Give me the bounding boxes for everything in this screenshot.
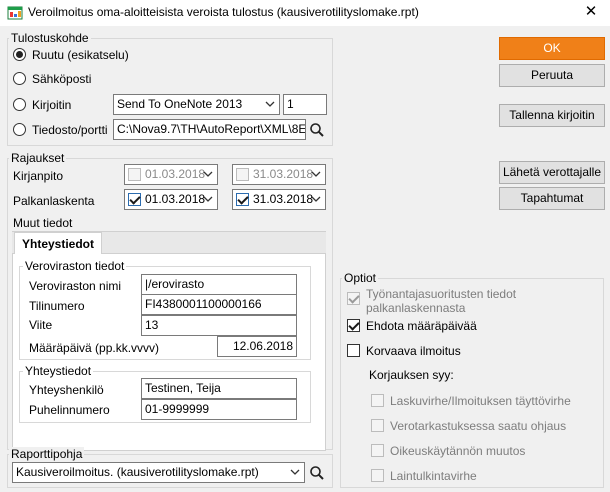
replacement-label: Korvaava ilmoitus (366, 344, 461, 358)
reason-3-checkbox[interactable] (371, 444, 384, 457)
account-label: Tilinumero (29, 299, 85, 313)
template-value: Kausiveroilmoitus. (kausiverotilitysloma… (16, 465, 259, 479)
account-input[interactable]: FI4380001100000166 (141, 294, 297, 315)
template-legend: Raporttipohja (9, 447, 85, 461)
reason-4-checkbox[interactable] (371, 469, 384, 482)
employer-payments-checkbox[interactable] (347, 292, 360, 305)
office-name-label: Veroviraston nimi (29, 279, 122, 293)
copies-input[interactable]: 1 (283, 94, 327, 115)
bookkeeping-from-value: 01.03.2018 (145, 167, 206, 181)
file-radio[interactable] (13, 123, 26, 136)
file-path-input[interactable]: C:\Nova9.7\TH\AutoReport\XML\8E522 (113, 119, 306, 140)
template-select[interactable]: Kausiveroilmoitus. (kausiverotilitysloma… (12, 462, 305, 483)
reason-4-label: Laintulkintavirhe (390, 469, 477, 483)
printer-radio[interactable] (13, 98, 26, 111)
limits-legend: Rajaukset (9, 151, 67, 165)
report-icon (7, 6, 23, 20)
chevron-down-icon (290, 469, 300, 475)
other-info-title: Muut tiedot (13, 216, 73, 230)
tax-office-legend: Veroviraston tiedot (23, 259, 127, 273)
due-date-input[interactable]: 12.06.2018 (217, 336, 297, 357)
bookkeeping-from-checkbox[interactable] (128, 168, 141, 181)
payroll-label: Palkanlaskenta (13, 194, 95, 208)
dialog-client: Tulostuskohde Ruutu (esikatselu) Sähköpo… (0, 26, 610, 492)
office-name-input[interactable]: |/erovirasto (141, 274, 297, 295)
bookkeeping-label: Kirjanpito (13, 169, 64, 183)
email-label: Sähköposti (32, 72, 92, 86)
correction-reason-title: Korjauksen syy: (369, 368, 454, 382)
printer-label: Kirjoitin (32, 98, 72, 112)
chevron-down-icon (203, 196, 213, 202)
due-date-label: Määräpäivä (pp.kk.vvvv) (29, 341, 160, 355)
payroll-from-date[interactable]: 01.03.2018 (124, 189, 218, 210)
bookkeeping-to-date[interactable]: 31.03.2018 (232, 164, 326, 185)
phone-label: Puhelinnumero (29, 403, 110, 417)
events-button[interactable]: Tapahtumat (499, 187, 605, 210)
reason-2-checkbox[interactable] (371, 419, 384, 432)
chevron-down-icon (311, 171, 321, 177)
bookkeeping-from-date[interactable]: 01.03.2018 (124, 164, 218, 185)
file-label: Tiedosto/portti (32, 123, 108, 137)
suggest-due-date-checkbox[interactable] (347, 319, 360, 332)
payroll-to-date[interactable]: 31.03.2018 (232, 189, 326, 210)
replacement-checkbox[interactable] (347, 344, 360, 357)
ok-button[interactable]: OK (499, 37, 605, 60)
printer-select[interactable]: Send To OneNote 2013 (113, 94, 280, 115)
chevron-down-icon (203, 171, 213, 177)
tab-contacts[interactable]: Yhteystiedot (14, 232, 102, 254)
reason-2-label: Verotarkastuksessa saatu ohjaus (390, 419, 567, 433)
cancel-button[interactable]: Peruuta (499, 64, 605, 87)
reference-input[interactable]: 13 (141, 315, 297, 336)
email-radio[interactable] (13, 72, 26, 85)
suggest-due-date-label: Ehdota määräpäivää (366, 319, 477, 333)
bookkeeping-to-value: 31.03.2018 (253, 167, 314, 181)
contact-person-label: Yhteyshenkilö (29, 383, 104, 397)
bookkeeping-to-checkbox[interactable] (236, 168, 249, 181)
chevron-down-icon (265, 101, 275, 107)
payroll-from-checkbox[interactable] (128, 193, 141, 206)
close-icon[interactable]: ✕ (580, 2, 602, 22)
output-target-legend: Tulostuskohde (9, 31, 91, 45)
contact-legend: Yhteystiedot (23, 364, 94, 378)
reason-1-label: Laskuvirhe/Ilmoituksen täyttövirhe (390, 394, 571, 408)
reference-label: Viite (29, 318, 53, 332)
options-legend: Optiot (342, 271, 379, 285)
reason-3-label: Oikeuskäytännön muutos (390, 444, 526, 458)
title-bar: Veroilmoitus oma-aloitteisista veroista … (0, 0, 610, 26)
phone-input[interactable]: 01-9999999 (141, 399, 297, 420)
reason-1-checkbox[interactable] (371, 394, 384, 407)
search-icon[interactable] (309, 122, 325, 138)
payroll-to-checkbox[interactable] (236, 193, 249, 206)
employer-payments-label-2: palkanlaskennasta (366, 301, 466, 315)
contact-person-input[interactable]: Testinen, Teija (141, 378, 297, 399)
payroll-to-value: 31.03.2018 (253, 192, 314, 206)
printer-value: Send To OneNote 2013 (117, 97, 243, 111)
search-icon[interactable] (309, 465, 325, 481)
screen-radio[interactable] (13, 48, 26, 61)
send-tax-button[interactable]: Lähetä verottajalle (499, 161, 605, 184)
screen-label: Ruutu (esikatselu) (32, 48, 129, 62)
employer-payments-label-1: Työnantajasuoritusten tiedot (366, 287, 517, 301)
window-title: Veroilmoitus oma-aloitteisista veroista … (28, 5, 419, 19)
chevron-down-icon (311, 196, 321, 202)
save-printer-button[interactable]: Tallenna kirjoitin (499, 104, 605, 127)
payroll-from-value: 01.03.2018 (145, 192, 206, 206)
